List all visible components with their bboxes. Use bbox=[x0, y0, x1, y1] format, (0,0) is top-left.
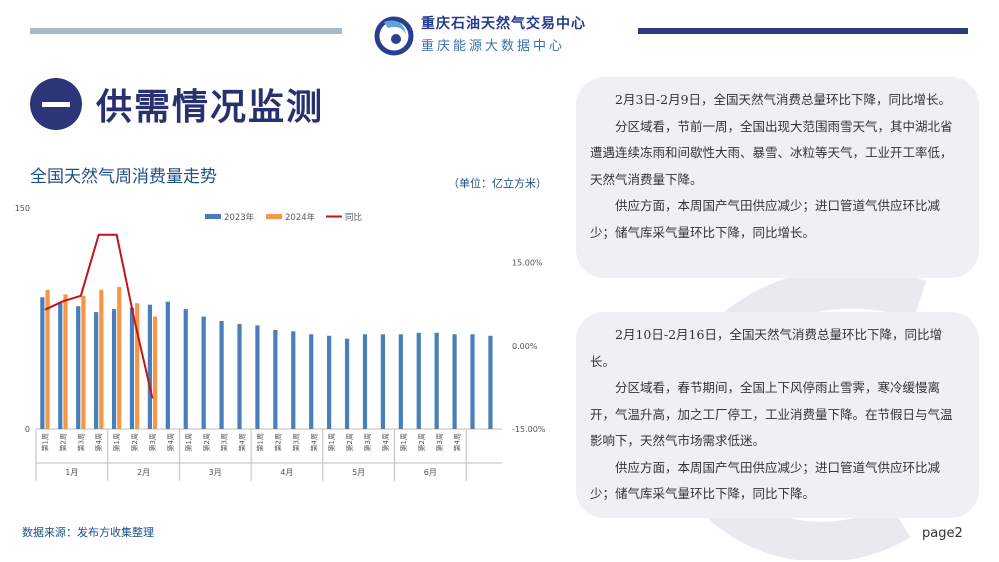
bar-2023 bbox=[58, 301, 63, 429]
x-tick-label: 第3周 bbox=[148, 433, 157, 451]
bar-2023 bbox=[183, 309, 188, 429]
bar-2023 bbox=[398, 334, 403, 429]
chart-title: 全国天然气周消费量走势 bbox=[30, 167, 217, 187]
header-left-rule bbox=[30, 28, 342, 34]
x-tick-label: 第3周 bbox=[291, 433, 300, 451]
x-tick-label: 第2周 bbox=[417, 433, 426, 451]
legend-label: 同比 bbox=[345, 212, 362, 223]
bar-2023 bbox=[94, 312, 99, 429]
bar-2023 bbox=[255, 325, 260, 429]
card2-paragraph-2: 分区域看，春节期间，全国上下风停雨止雪霁，寒冷缓慢离开，气温升高，加之工厂停工，… bbox=[590, 380, 953, 448]
summary-card-week2: 2月10日-2月16日，全国天然气消费总量环比下降，同比增长。 分区域看，春节期… bbox=[576, 312, 979, 518]
consumption-chart: 150015.00%0.00%-15.00%2023年 2024年 同比第1周 第2周… bbox=[15, 204, 546, 481]
bar-2024 bbox=[63, 294, 68, 429]
x-tick-label: 第3周 bbox=[363, 433, 372, 451]
x-tick-label: 第1周 bbox=[327, 433, 336, 451]
bar-2024 bbox=[99, 289, 104, 429]
month-label: 1月 bbox=[65, 468, 78, 477]
card1-paragraph-3: 供应方面，本周国产气田供应减少；进口管道气供应环比减少；储气库采气量环比下降，同… bbox=[590, 198, 941, 240]
bar-2023 bbox=[416, 332, 421, 429]
month-label: 3月 bbox=[209, 468, 222, 477]
x-tick-label: 第2周 bbox=[273, 433, 282, 451]
x-tick-label: 第2周 bbox=[58, 433, 67, 451]
x-tick-label: 第1周 bbox=[184, 433, 193, 451]
y2-tick-label: -15.00% bbox=[512, 425, 546, 434]
bar-2023 bbox=[147, 304, 152, 429]
section-number-badge bbox=[30, 78, 82, 130]
x-tick-label: 第1周 bbox=[112, 433, 121, 451]
x-tick-label: 第2周 bbox=[345, 433, 354, 451]
legend-label: 2024年 bbox=[285, 212, 316, 223]
bar-2023 bbox=[237, 323, 242, 429]
card2-paragraph-3: 供应方面，本周国产气田供应减少；进口管道气供应环比减少；储气库采气量环比下降，同… bbox=[590, 459, 941, 502]
y2-tick-label: 0.00% bbox=[512, 342, 538, 351]
bar-2023 bbox=[362, 334, 368, 429]
bar-2023 bbox=[327, 335, 332, 429]
summary-card-week1: 2月3日-2月9日，全国天然气消费总量环比下降，同比增长。 分区域看，节前一周，… bbox=[576, 77, 979, 278]
month-label: 4月 bbox=[280, 468, 293, 477]
bar-2023 bbox=[452, 334, 457, 429]
bar-2023 bbox=[76, 306, 81, 429]
x-tick-label: 第1周 bbox=[399, 433, 408, 451]
logo-icon bbox=[374, 16, 414, 56]
chart-unit: （单位：亿立方米） bbox=[448, 177, 547, 190]
bar-2023 bbox=[488, 335, 493, 429]
x-tick-label: 第3周 bbox=[220, 433, 229, 451]
x-tick-label: 第1周 bbox=[256, 433, 265, 451]
x-tick-label: 第4周 bbox=[309, 433, 318, 451]
bar-2023 bbox=[470, 334, 475, 429]
header-right-rule bbox=[638, 28, 968, 34]
bar-2024 bbox=[81, 295, 86, 429]
bar-2023 bbox=[40, 297, 45, 429]
dash-icon bbox=[42, 102, 70, 107]
x-tick-label: 第4周 bbox=[166, 433, 175, 451]
bar-2023 bbox=[309, 334, 314, 429]
bar-2023 bbox=[380, 334, 385, 429]
bar-2023 bbox=[219, 320, 224, 429]
card1-paragraph-2: 分区域看，节前一周，全国出现大范围雨雪天气，其中湖北省遭遇连续冻雨和间歇性大雨、… bbox=[590, 118, 953, 187]
x-tick-label: 第2周 bbox=[202, 433, 211, 451]
x-tick-label: 第3周 bbox=[76, 433, 85, 451]
x-tick-label: 第4周 bbox=[453, 433, 462, 451]
card1-paragraph-1: 2月3日-2月9日，全国天然气消费总量环比下降，同比增长。 bbox=[615, 92, 952, 107]
bar-2024 bbox=[45, 289, 50, 429]
x-tick-label: 第4周 bbox=[238, 433, 247, 451]
legend-swatch bbox=[266, 214, 282, 219]
org-subname: 重庆能源大数据中心 bbox=[421, 39, 566, 54]
bar-2023 bbox=[165, 301, 170, 429]
x-tick-label: 第2周 bbox=[130, 433, 139, 451]
bar-2023 bbox=[111, 309, 117, 429]
legend-swatch bbox=[205, 214, 221, 219]
source-note: 数据来源：发布方收集整理 bbox=[22, 526, 154, 539]
y2-tick-label: 15.00% bbox=[512, 259, 543, 268]
month-label: 2月 bbox=[137, 468, 150, 477]
x-tick-label: 第4周 bbox=[94, 433, 103, 451]
month-label: 6月 bbox=[424, 468, 437, 477]
bar-2024 bbox=[117, 286, 122, 429]
bar-2023 bbox=[129, 307, 135, 429]
bar-2023 bbox=[201, 316, 206, 429]
bar-2023 bbox=[291, 331, 296, 429]
section-title: 供需情况监测 bbox=[96, 87, 325, 128]
bar-2023 bbox=[344, 338, 350, 429]
y-tick-label: 0 bbox=[25, 425, 30, 434]
bar-2023 bbox=[273, 329, 278, 429]
bar-2024 bbox=[153, 316, 158, 429]
legend-label: 2023年 bbox=[224, 212, 255, 223]
y-tick-label: 150 bbox=[15, 204, 30, 213]
month-label: 5月 bbox=[352, 468, 365, 477]
x-tick-label: 第4周 bbox=[381, 433, 390, 451]
x-tick-label: 第1周 bbox=[40, 433, 49, 451]
card2-paragraph-1: 2月10日-2月16日，全国天然气消费总量环比下降，同比增长。 bbox=[590, 327, 942, 369]
page-number: page2 bbox=[922, 526, 963, 541]
bar-2023 bbox=[434, 332, 439, 429]
org-name: 重庆石油天然气交易中心 bbox=[421, 16, 586, 32]
x-tick-label: 第3周 bbox=[435, 433, 444, 451]
